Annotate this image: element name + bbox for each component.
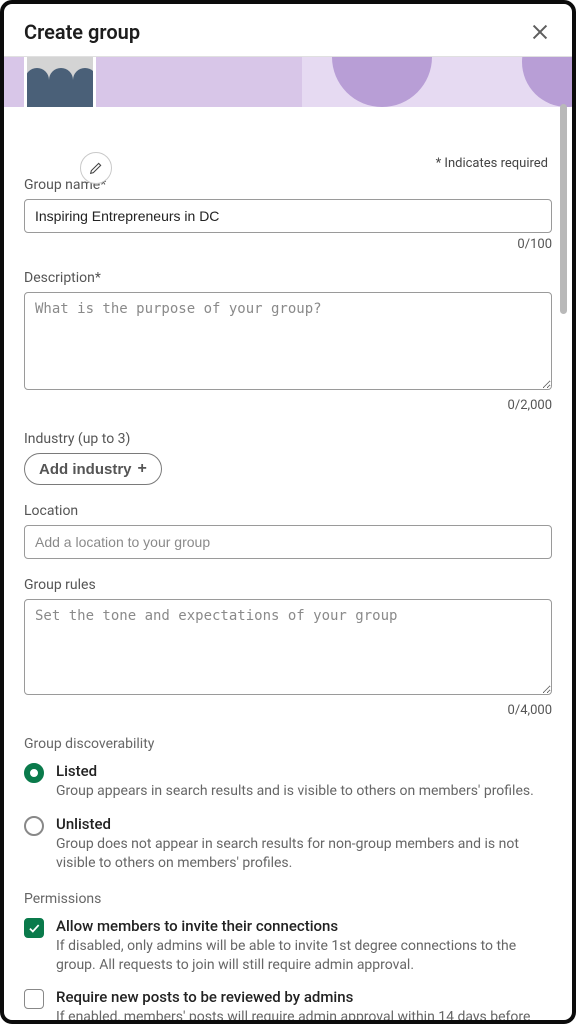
require-review-checkbox[interactable] [24,989,44,1009]
description-counter: 0/2,000 [24,398,552,413]
create-group-modal: Create group * Indicates required Group … [0,0,576,1024]
close-icon[interactable] [528,20,552,44]
add-industry-label: Add industry [39,461,132,478]
listed-radio[interactable] [24,763,44,783]
description-textarea[interactable] [24,292,552,390]
description-label: Description* [24,270,552,286]
permissions-heading: Permissions [24,891,552,907]
edit-logo-button[interactable] [80,152,112,184]
plus-icon: + [138,460,147,478]
form-body: Group name* 0/100 Description* 0/2,000 I… [4,107,572,1020]
modal-header: Create group [4,4,572,57]
group-name-counter: 0/100 [24,237,552,252]
group-name-input[interactable] [24,199,552,233]
location-label: Location [24,503,552,519]
require-review-desc: If enabled, members' posts will require … [56,1008,552,1020]
group-banner [4,57,572,107]
required-indicator: * Indicates required [436,156,548,171]
group-rules-counter: 0/4,000 [24,703,552,718]
discoverability-heading: Group discoverability [24,736,552,752]
unlisted-radio[interactable] [24,816,44,836]
require-review-title: Require new posts to be reviewed by admi… [56,988,552,1006]
unlisted-desc: Group does not appear in search results … [56,835,552,873]
location-input[interactable] [24,525,552,559]
group-logo-placeholder [24,57,96,107]
allow-invite-title: Allow members to invite their connection… [56,917,552,935]
listed-desc: Group appears in search results and is v… [56,782,534,801]
group-rules-label: Group rules [24,577,552,593]
scrollbar[interactable] [560,104,567,314]
group-rules-textarea[interactable] [24,599,552,695]
add-industry-button[interactable]: Add industry + [24,453,162,485]
unlisted-title: Unlisted [56,815,552,833]
industry-label: Industry (up to 3) [24,431,552,447]
allow-invite-desc: If disabled, only admins will be able to… [56,937,552,975]
allow-invite-checkbox[interactable] [24,918,44,938]
listed-title: Listed [56,762,534,780]
modal-title: Create group [24,20,140,44]
